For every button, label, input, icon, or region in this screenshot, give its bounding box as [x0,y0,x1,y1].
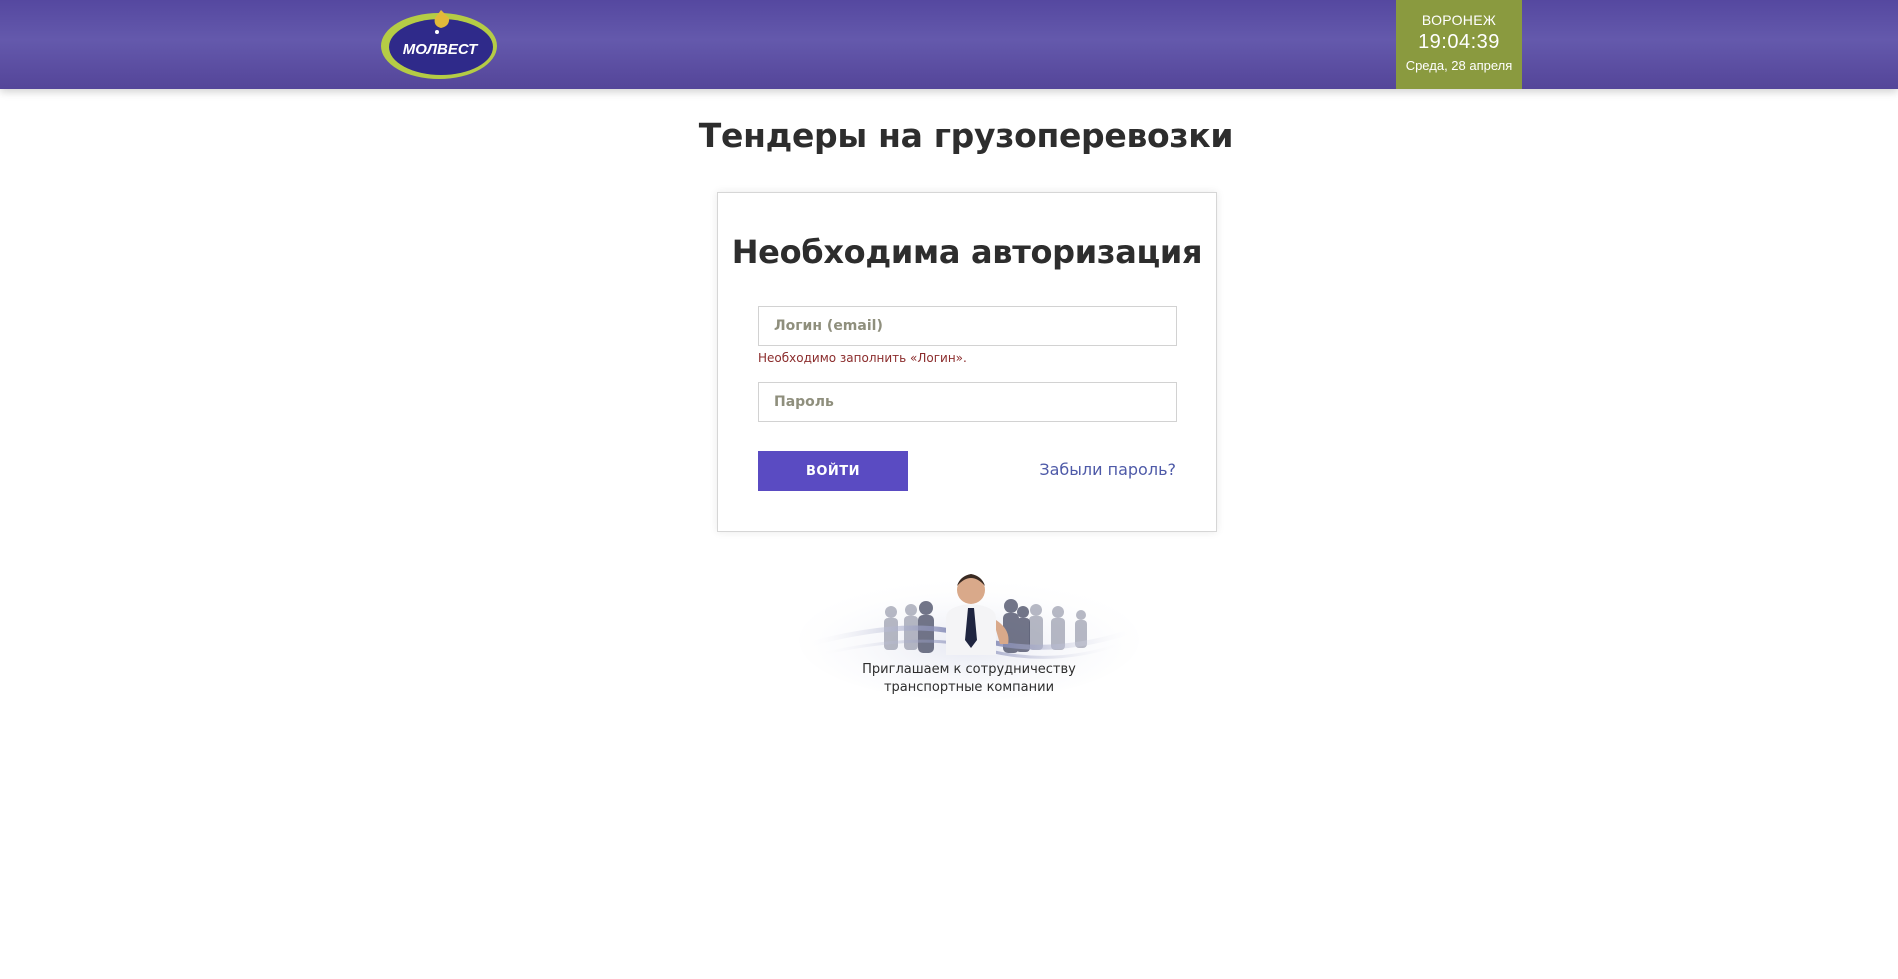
city-clock: ВОРОНЕЖ 19:04:39 Среда, 28 апреля [1396,0,1522,89]
promo-line-2: транспортные компании [883,680,1055,695]
promo-block: Приглашаем к сотрудничеству транспортные… [796,560,1142,700]
promo-line-1: Приглашаем к сотрудничеству [862,662,1076,677]
clock-city: ВОРОНЕЖ [1421,12,1497,28]
login-error-message: Необходимо заполнить «Логин». [758,351,967,365]
clock-time: 19:04:39 [1418,31,1500,53]
logo-text: МОЛВЕСТ [403,41,479,58]
login-email-input[interactable] [758,306,1177,346]
auth-title: Необходима авторизация [731,233,1203,271]
forgot-password-link[interactable]: Забыли пароль? [1039,460,1176,479]
auth-card: Необходима авторизация Необходимо заполн… [717,192,1217,532]
molvest-logo[interactable]: МОЛВЕСТ [379,8,501,82]
page-title: Тендеры на грузоперевозки [698,116,1234,155]
password-input[interactable] [758,382,1177,422]
login-submit-button[interactable]: ВОЙТИ [758,451,908,491]
promo-caption: Приглашаем к сотрудничеству транспортные… [796,661,1142,697]
top-header: МОЛВЕСТ ВОРОНЕЖ 19:04:39 Среда, 28 апрел… [0,0,1898,89]
clock-date: Среда, 28 апреля [1405,58,1513,73]
